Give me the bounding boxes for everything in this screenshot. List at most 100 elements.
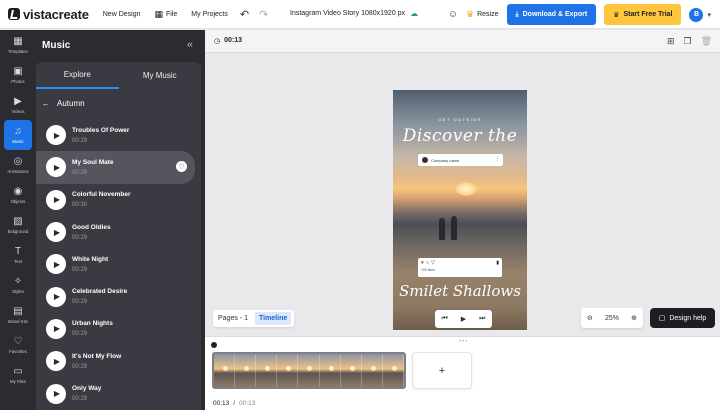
videos-icon: ▶: [14, 95, 22, 107]
rail-item-favorites[interactable]: ♡ Favorites: [0, 330, 36, 360]
track-name: Urban Nights: [72, 320, 113, 328]
design-help-label: Design help: [669, 314, 707, 322]
track-info: Colorful November 00:30: [72, 191, 131, 208]
track-info: My Soul Mate 00:29: [72, 159, 114, 176]
play-icon[interactable]: ▶: [46, 157, 66, 178]
download-export-button[interactable]: ⤓ Download & Export: [506, 4, 597, 25]
resize-grip-icon[interactable]: •••: [459, 339, 468, 345]
rail-item-label: Templates: [8, 48, 28, 54]
clip-frame-thumbnail: [298, 354, 320, 387]
resize-label: Resize: [477, 11, 499, 18]
my-projects-button[interactable]: My Projects: [191, 11, 228, 18]
rail-item-brand-kits[interactable]: ▤ Brand Kits: [0, 300, 36, 330]
timeline-toggle[interactable]: Timeline: [254, 312, 292, 325]
track-item[interactable]: ▶ Troubles Of Power 00:29: [36, 119, 201, 151]
play-icon[interactable]: ▶: [46, 318, 66, 339]
zoom-out-icon[interactable]: ⊖: [587, 314, 593, 322]
avatar[interactable]: B: [689, 7, 704, 22]
feedback-icon[interactable]: ☺: [448, 9, 458, 20]
post-header-card[interactable]: Company name ⋮: [418, 154, 503, 166]
rail-item-animations[interactable]: ◎ Animations: [0, 150, 36, 180]
track-duration: 00:29: [72, 396, 88, 403]
logo[interactable]: vistacreate: [8, 7, 89, 22]
track-item[interactable]: ▶ It's Not My Flow 00:29: [36, 345, 201, 377]
rail-item-label: Objects: [10, 198, 26, 204]
collapse-panel-icon[interactable]: «: [187, 39, 193, 51]
add-clip-button[interactable]: +: [412, 352, 472, 389]
photos-icon: ▣: [13, 65, 23, 77]
story-kicker[interactable]: GET OUTSIDE: [393, 117, 527, 122]
track-name: Celebrated Desire: [72, 288, 128, 296]
animations-icon: ◎: [13, 155, 23, 167]
play-icon[interactable]: ▶: [46, 189, 66, 210]
rail-item-objects[interactable]: ◉ Objects: [0, 180, 36, 210]
play-icon[interactable]: ▶: [46, 125, 66, 146]
text-icon: T: [14, 245, 22, 257]
zoom-level[interactable]: 25%: [605, 315, 619, 322]
document-title[interactable]: Instagram Video Story 1080x1920 px ☁: [290, 9, 418, 18]
music-icon: ♫: [14, 125, 22, 137]
workspace: ◷ 00:13 ⊞ ❐ 🗑 GET OUTSIDE Discover the Co…: [205, 30, 720, 336]
start-trial-button[interactable]: ♛ Start Free Trial: [604, 4, 682, 25]
logo-text: vistacreate: [23, 6, 89, 22]
track-item[interactable]: ▶ My Soul Mate 00:29 ♡: [36, 151, 195, 184]
duplicate-icon[interactable]: ❐: [683, 36, 691, 47]
design-help-button[interactable]: ▢ Design help: [650, 308, 715, 328]
file-label: File: [166, 10, 178, 18]
play-icon[interactable]: ▶: [46, 222, 66, 243]
skip-forward-icon[interactable]: ⏭: [479, 315, 485, 323]
timeline-clip[interactable]: [212, 352, 406, 389]
add-page-icon[interactable]: ⊞: [667, 36, 675, 47]
undo-icon[interactable]: ↶: [240, 8, 249, 21]
heart-icon[interactable]: ♡: [176, 161, 187, 173]
track-item[interactable]: ▶ Good Oldies 00:29: [36, 216, 201, 248]
skip-back-icon[interactable]: ⏮: [441, 315, 447, 323]
story-headline[interactable]: Discover the: [393, 126, 527, 146]
rail-item-music[interactable]: ♫ Music: [4, 120, 32, 150]
play-icon[interactable]: ▶: [46, 254, 66, 275]
arrow-left-icon[interactable]: ←: [42, 99, 50, 108]
track-duration: 00:30: [72, 202, 88, 209]
music-subpanel: Explore My Music ← Autumn ▶ Troubles Of Po…: [36, 62, 201, 410]
track-item[interactable]: ▶ Celebrated Desire 00:29: [36, 280, 201, 312]
clip-frame-thumbnail: [319, 354, 341, 387]
play-icon[interactable]: ▶: [461, 315, 466, 323]
play-icon[interactable]: ▶: [46, 383, 66, 404]
rail-item-videos[interactable]: ▶ Videos: [0, 90, 36, 120]
redo-icon[interactable]: ↷: [259, 8, 268, 21]
rail-item-photos[interactable]: ▣ Photos: [0, 60, 36, 90]
rail-item-styles[interactable]: ✧ Styles: [0, 270, 36, 300]
crown-icon: ♛: [613, 11, 620, 19]
track-item[interactable]: ▶ White Night 00:29: [36, 248, 201, 280]
story-footer-text[interactable]: Smilet Shallows: [393, 282, 527, 300]
new-design-button[interactable]: New Design: [103, 11, 141, 18]
chevron-down-icon[interactable]: ▾: [707, 11, 711, 19]
rail-item-templates[interactable]: ▦ Templates: [0, 30, 36, 60]
track-item[interactable]: ▶ Only Way 00:29: [36, 377, 201, 409]
timeline-time: 00:13 / 00:13: [213, 400, 255, 407]
pages-button[interactable]: Pages - 1: [216, 315, 250, 322]
rail-item-my-files[interactable]: ▭ My Files: [0, 360, 36, 390]
track-item[interactable]: ▶ Colorful November 00:30: [36, 184, 201, 216]
post-actions-card[interactable]: ♥○▽ ▮ 100 likes: [418, 258, 502, 277]
play-icon[interactable]: ▶: [46, 286, 66, 307]
tab-my-music[interactable]: My Music: [119, 62, 202, 89]
story-canvas[interactable]: GET OUTSIDE Discover the Company name ⋮ …: [393, 90, 527, 330]
file-menu[interactable]: ▦ File: [155, 9, 178, 20]
track-duration: 00:29: [72, 137, 88, 144]
playhead[interactable]: [211, 342, 217, 348]
breadcrumb[interactable]: ← Autumn: [42, 99, 85, 108]
duration-display[interactable]: ◷ 00:13: [214, 37, 242, 45]
zoom-in-icon[interactable]: ⊕: [631, 314, 637, 322]
track-info: Celebrated Desire 00:29: [72, 288, 127, 305]
track-name: Colorful November: [72, 191, 131, 199]
delete-icon[interactable]: 🗑: [701, 36, 712, 47]
tab-explore[interactable]: Explore: [36, 62, 119, 89]
logo-mark-icon: [8, 8, 20, 20]
resize-button[interactable]: ♛ Resize: [466, 9, 498, 20]
rail-item-bckground[interactable]: ▨ Bckground: [0, 210, 36, 240]
track-item[interactable]: ▶ Urban Nights 00:29: [36, 313, 201, 345]
track-name: It's Not My Flow: [72, 352, 122, 360]
rail-item-text[interactable]: T Text: [0, 240, 36, 270]
play-icon[interactable]: ▶: [46, 351, 66, 372]
